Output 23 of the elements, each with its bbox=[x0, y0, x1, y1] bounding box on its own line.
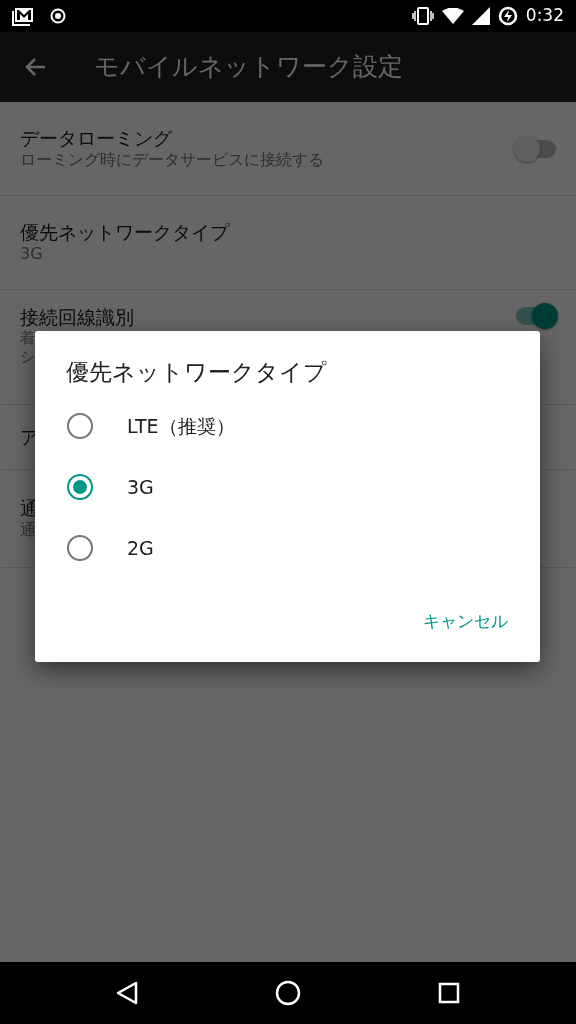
radio-button[interactable] bbox=[67, 474, 93, 500]
vibrate-icon bbox=[411, 7, 434, 25]
option-label[interactable]: 2G bbox=[127, 533, 154, 563]
mail-icon bbox=[12, 6, 34, 26]
setting-title: データローミング bbox=[20, 125, 172, 151]
back-icon[interactable] bbox=[116, 981, 139, 1005]
recents-icon[interactable] bbox=[437, 982, 460, 1004]
radio-button[interactable] bbox=[67, 535, 93, 561]
record-icon bbox=[50, 8, 66, 24]
back-arrow-icon[interactable] bbox=[24, 57, 46, 77]
cancel-button[interactable]: キャンセル bbox=[413, 600, 518, 642]
dialog-title: 優先ネットワークタイプ bbox=[66, 359, 327, 385]
battery-charging-icon bbox=[497, 6, 518, 26]
radio-button[interactable] bbox=[67, 413, 93, 439]
option-label[interactable]: 3G bbox=[127, 472, 154, 502]
clock-time: 0:32 bbox=[525, 4, 564, 28]
screen-title: モバイルネットワーク設定 bbox=[94, 51, 403, 84]
home-icon[interactable] bbox=[275, 980, 301, 1006]
setting-title: 接続回線識別 bbox=[20, 307, 134, 329]
wifi-icon bbox=[441, 8, 464, 24]
option-label[interactable]: LTE（推奨） bbox=[127, 411, 235, 441]
setting-title: 優先ネットワークタイプ bbox=[20, 219, 229, 245]
signal-icon bbox=[471, 7, 490, 25]
